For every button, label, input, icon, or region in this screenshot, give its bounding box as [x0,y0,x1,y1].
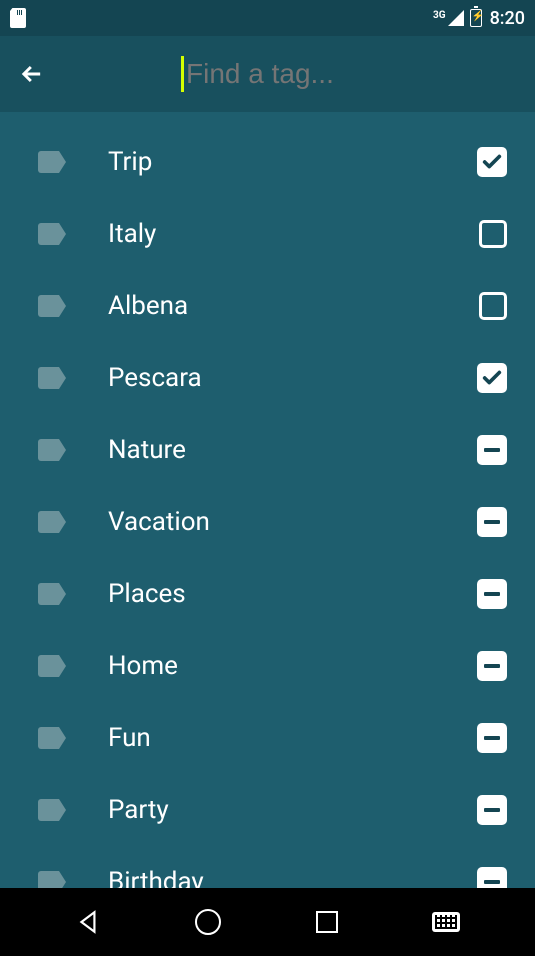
clock: 8:20 [490,8,525,29]
tag-label: Nature [108,435,477,465]
tag-label: Fun [108,723,477,753]
tag-checkbox[interactable] [477,651,507,681]
tag-icon [38,511,66,533]
tag-checkbox[interactable] [477,795,507,825]
tag-icon [38,655,66,677]
tag-checkbox[interactable] [479,292,507,320]
tag-checkbox[interactable] [477,867,507,888]
tag-label: Vacation [108,507,477,537]
tag-list-container[interactable]: Trip Italy Albena Pescara Nature Vacation Plac… [0,114,535,888]
text-cursor [181,56,184,92]
tag-checkbox[interactable] [477,723,507,753]
tag-row[interactable]: Vacation [0,486,535,558]
tag-label: Places [108,579,477,609]
app-bar [0,36,535,114]
nav-keyboard-button[interactable] [431,907,461,937]
tag-row[interactable]: Trip [0,126,535,198]
tag-row[interactable]: Places [0,558,535,630]
tag-row[interactable]: Birthday [0,846,535,888]
tag-label: Albena [108,291,479,321]
tag-row[interactable]: Italy [0,198,535,270]
tag-checkbox[interactable] [477,579,507,609]
sd-card-icon [10,8,26,28]
tag-checkbox[interactable] [477,507,507,537]
tag-checkbox[interactable] [477,147,507,177]
search-input[interactable] [186,58,517,90]
tag-row[interactable]: Fun [0,702,535,774]
tag-label: Pescara [108,363,477,393]
nav-bar [0,888,535,956]
tag-icon [38,871,66,888]
tag-icon [38,439,66,461]
tag-label: Party [108,795,477,825]
signal-icon [448,10,464,26]
tag-icon [38,583,66,605]
tag-label: Birthday [108,867,477,888]
tag-checkbox[interactable] [479,220,507,248]
tag-checkbox[interactable] [477,435,507,465]
tag-icon [38,295,66,317]
battery-icon [470,9,482,27]
tag-row[interactable]: Party [0,774,535,846]
tag-row[interactable]: Home [0,630,535,702]
status-bar: 3G 8:20 [0,0,535,36]
tag-row[interactable]: Pescara [0,342,535,414]
tag-checkbox[interactable] [477,363,507,393]
tag-row[interactable]: Albena [0,270,535,342]
tag-icon [38,367,66,389]
tag-row[interactable]: Nature [0,414,535,486]
nav-home-button[interactable] [193,907,223,937]
tag-label: Italy [108,219,479,249]
search-area[interactable] [186,58,517,90]
tag-icon [38,223,66,245]
nav-back-button[interactable] [74,907,104,937]
tag-icon [38,799,66,821]
tag-label: Home [108,651,477,681]
tag-label: Trip [108,147,477,177]
tag-icon [38,151,66,173]
tag-icon [38,727,66,749]
nav-recent-button[interactable] [312,907,342,937]
network-label: 3G [433,10,446,21]
back-button[interactable] [18,60,46,88]
